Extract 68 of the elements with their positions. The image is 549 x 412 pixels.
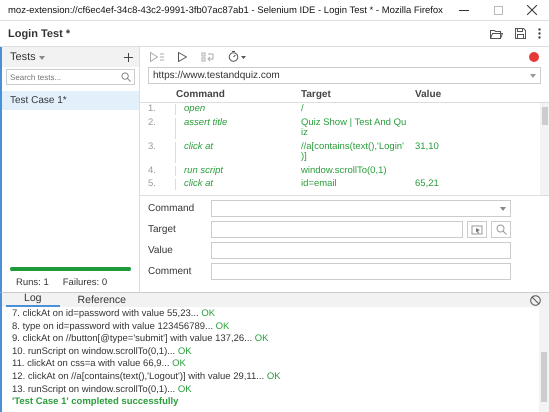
comment-field[interactable]: [211, 263, 511, 280]
log-line: 9. clickAt on //button[@type='submit'] with value 137,26... OK: [12, 333, 270, 346]
column-header: Target: [301, 88, 332, 100]
column-header: Command: [176, 88, 226, 100]
runs-count: Runs: 1: [16, 277, 49, 288]
window-title: moz-extension://cf6ec4ef-34c8-43c2-9991-3fb07ac87ab1 - Selenium IDE - Login Test * - Mozilla Firefox: [8, 4, 444, 16]
more-options-icon[interactable]: [538, 28, 541, 39]
field-label: Target: [148, 224, 177, 235]
log-tab[interactable]: Reference: [60, 294, 144, 307]
failures-count: Failures: 0: [62, 277, 108, 288]
command-cell-text: click at: [183, 179, 214, 190]
dropdown-arrow-icon: [530, 74, 536, 78]
test-case-item[interactable]: Test Case 1*: [2, 91, 139, 110]
value-cell-text: 31,10: [415, 142, 440, 154]
scrollbar[interactable]: [540, 103, 549, 195]
search-icon: [121, 72, 131, 82]
clear-icon[interactable]: [530, 294, 541, 306]
target-field[interactable]: [211, 221, 463, 238]
log-line: 8. type on id=password with value 123456789... OK: [12, 320, 230, 334]
select-target-button[interactable]: [467, 221, 487, 238]
run-all-icon[interactable]: [150, 52, 164, 62]
log-line: 7. clickAt on id=password with value 55,23... OK: [12, 308, 216, 321]
command-cell-text: assert title: [183, 118, 228, 130]
field-label: Comment: [148, 266, 192, 277]
timer-icon[interactable]: [228, 51, 246, 62]
row-number: 5.: [140, 179, 176, 190]
row-number: 3.: [140, 142, 176, 162]
tests-dropdown[interactable]: Tests: [10, 51, 45, 63]
step-icon[interactable]: [201, 52, 214, 62]
search-icon: [496, 224, 506, 235]
play-icon[interactable]: [178, 52, 187, 62]
record-button[interactable]: [529, 52, 539, 62]
cursor-box-icon: [471, 224, 483, 234]
search-field[interactable]: Search tests...: [6, 69, 135, 85]
dropdown-arrow-icon: [500, 206, 506, 210]
target-cell-text: /: [301, 104, 305, 114]
value-field[interactable]: [211, 242, 511, 259]
log-line: 11. clickAt on css=a with value 66,9... OK: [12, 358, 187, 371]
command-field[interactable]: [211, 200, 511, 217]
command-cell-text: open: [183, 104, 206, 114]
target-cell-text: //a[contains(text(),'Login' )]: [301, 142, 405, 162]
target-cell-text: window.scrollTo(0,1): [301, 166, 388, 176]
target-cell-text: id=email: [301, 179, 338, 190]
caret-icon: [38, 56, 45, 60]
url-field[interactable]: https://www.testandquiz.com: [148, 67, 541, 84]
row-number: 1.: [140, 104, 176, 114]
command-cell-text: run script: [183, 166, 224, 176]
log-line: 10. runScript on window.scrollTo(0,1)... OK: [12, 346, 193, 358]
row-number: 2.: [140, 118, 176, 138]
folder-icon[interactable]: [490, 28, 503, 38]
value-cell-text: 65,21: [415, 179, 440, 190]
add-icon[interactable]: [124, 52, 133, 62]
log-line: 13. runScript on window.scrollTo(0,1)... OK: [12, 384, 193, 396]
column-header: Value: [415, 88, 442, 100]
maximize-icon: [494, 6, 502, 14]
target-cell-text: Quiz Show | Test And Qu iz: [301, 118, 408, 138]
close-icon: [527, 5, 537, 15]
log-line: 12. clickAt on //a[contains(text(),'Logout')] with value 29,11... OK: [12, 370, 282, 384]
save-icon[interactable]: [515, 28, 526, 39]
result-message: 'Test Case 1' completed successfully: [12, 396, 180, 408]
command-cell-text: click at: [183, 142, 214, 154]
log-tab[interactable]: Log: [6, 292, 60, 307]
field-label: Command: [148, 203, 196, 214]
project-title: Login Test *: [8, 28, 72, 40]
scrollbar[interactable]: [539, 307, 549, 412]
search-button[interactable]: [491, 221, 511, 238]
field-label: Value: [148, 245, 174, 256]
row-number: 4.: [140, 166, 176, 176]
